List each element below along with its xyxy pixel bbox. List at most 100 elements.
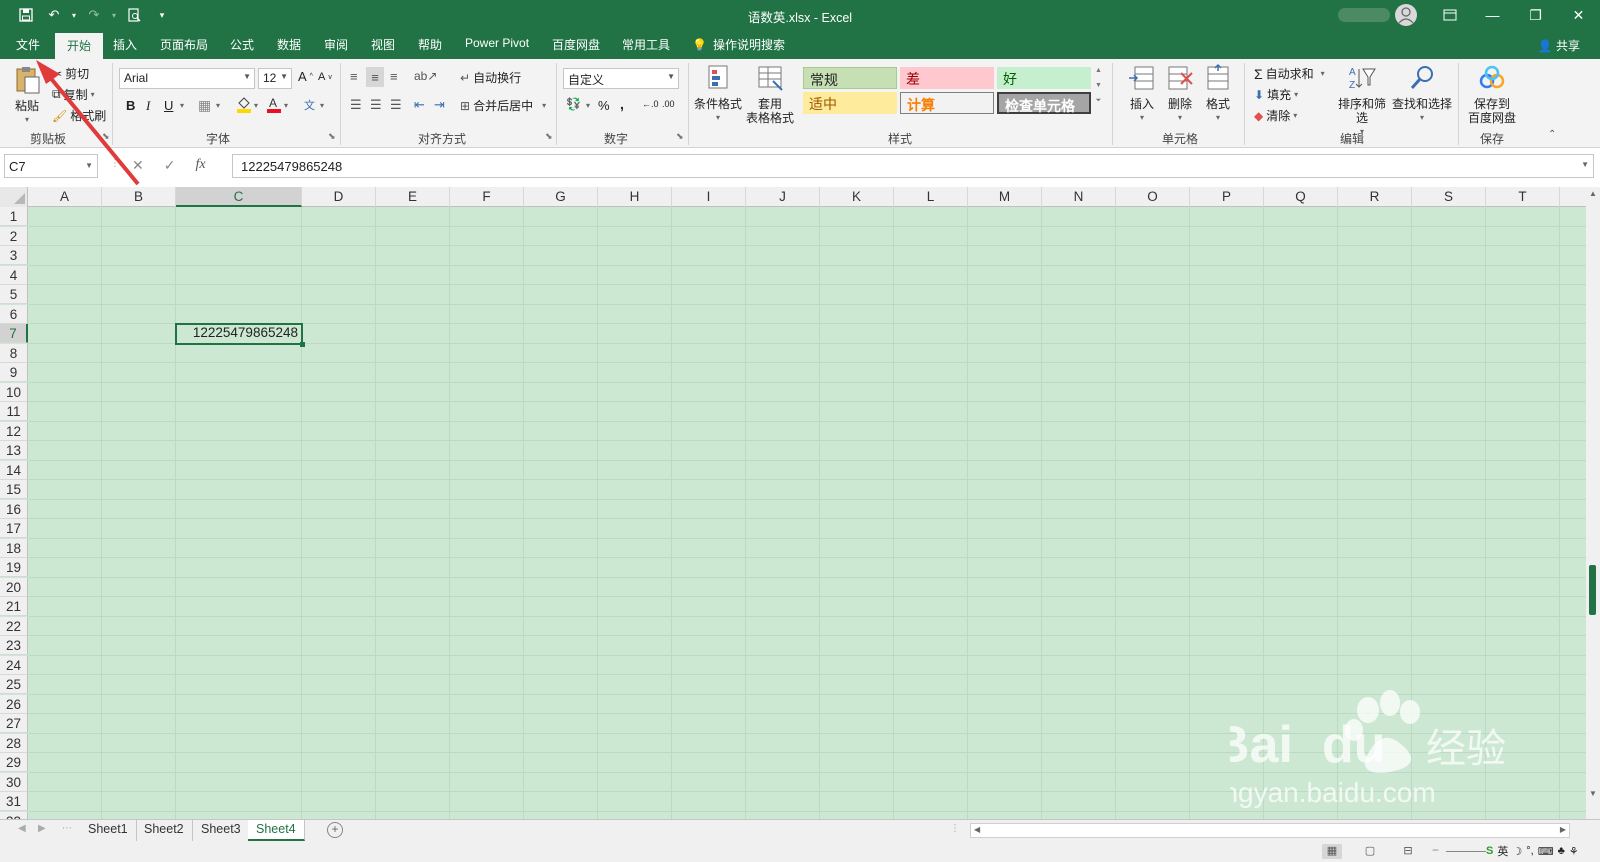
row-header[interactable]: 28 [0, 733, 28, 753]
conditional-formatting-button[interactable]: 条件格式 ▾ [694, 63, 742, 125]
row-header[interactable]: 10 [0, 382, 28, 402]
increase-indent-icon[interactable]: ⇥ [434, 97, 445, 113]
ime-icon[interactable]: 英 [1497, 843, 1508, 859]
save-to-baidu-button[interactable]: 保存到 百度网盘 [1464, 63, 1520, 125]
scroll-down-icon[interactable]: ▼ [1589, 789, 1597, 798]
sogou-icon[interactable]: S [1486, 845, 1493, 857]
column-header[interactable]: D [302, 187, 376, 207]
vertical-scrollbar[interactable]: ▲ ▼ [1586, 187, 1600, 819]
column-header[interactable]: L [894, 187, 968, 207]
row-header[interactable]: 7 [0, 324, 28, 343]
row-header[interactable]: 29 [0, 753, 28, 772]
wrap-text-button[interactable]: ↵ 自动换行 [460, 69, 521, 86]
insert-function-icon[interactable]: fx [195, 157, 205, 174]
format-as-table-button[interactable]: 套用 表格格式 [744, 63, 796, 125]
row-header[interactable]: 21 [0, 597, 28, 616]
grow-font-icon[interactable]: A ^ [298, 69, 313, 84]
underline-icon[interactable]: U [164, 98, 173, 113]
chevron-down-icon[interactable]: ▾ [180, 101, 184, 110]
fill-handle[interactable] [300, 341, 305, 347]
row-header[interactable]: 5 [0, 285, 28, 304]
tab-baidu-netdisk[interactable]: 百度网盘 [552, 36, 600, 53]
cut-button[interactable]: ✂ 剪切 [52, 65, 89, 82]
column-header[interactable]: I [672, 187, 746, 207]
fill-color-icon[interactable] [236, 95, 252, 113]
tab-common-tools[interactable]: 常用工具 [622, 36, 670, 53]
row-header[interactable]: 15 [0, 480, 28, 499]
bold-icon[interactable]: B [126, 98, 135, 113]
row-header[interactable]: 30 [0, 772, 28, 792]
border-icon[interactable]: ▦ [198, 97, 211, 114]
active-cell[interactable]: 12225479865248 [175, 323, 305, 347]
align-left-icon[interactable]: ☰ [350, 97, 362, 113]
restore-icon[interactable]: ❐ [1514, 0, 1557, 30]
row-header[interactable]: 14 [0, 460, 28, 480]
column-header[interactable]: T [1486, 187, 1560, 207]
tab-home[interactable]: 开始 [55, 33, 104, 59]
row-header[interactable]: 17 [0, 519, 28, 538]
row-header[interactable]: 31 [0, 792, 28, 811]
tab-power-pivot[interactable]: Power Pivot [465, 36, 529, 50]
add-sheet-button[interactable]: + [327, 822, 343, 838]
column-header[interactable]: B [102, 187, 176, 207]
increase-decimal-icon[interactable]: ←.0 [642, 99, 659, 109]
select-all-corner[interactable] [0, 187, 28, 207]
copy-button[interactable]: ⧉ 复制 ▾ [52, 86, 95, 103]
punct-icon[interactable]: °, [1526, 845, 1533, 857]
autosum-button[interactable]: Σ 自动求和 ▾ [1254, 65, 1325, 82]
column-header[interactable]: H [598, 187, 672, 207]
dialog-launcher-icon[interactable]: ⬊ [102, 131, 110, 142]
style-check-cell[interactable]: 检查单元格 [997, 92, 1091, 114]
row-header[interactable]: 9 [0, 363, 28, 382]
row-header[interactable]: 1 [0, 207, 28, 226]
decrease-decimal-icon[interactable]: .00 [662, 99, 675, 109]
formula-input[interactable]: 12225479865248 ▼ [232, 154, 1594, 178]
orientation-icon[interactable]: ab↗ [414, 69, 437, 83]
row-header[interactable]: 6 [0, 304, 28, 324]
row-header[interactable]: 18 [0, 538, 28, 558]
style-normal[interactable]: 常规 [803, 67, 897, 89]
style-bad[interactable]: 差 [900, 67, 994, 89]
row-header[interactable]: 26 [0, 694, 28, 714]
phonetic-guide-icon[interactable]: 文 [304, 97, 315, 113]
tab-data[interactable]: 数据 [277, 36, 301, 53]
moon-icon[interactable]: ☽ [1512, 845, 1522, 858]
number-format-combo[interactable]: 自定义 ▼ [563, 68, 679, 89]
chevron-down-icon[interactable]: ▾ [586, 101, 590, 110]
style-good[interactable]: 好 [997, 67, 1091, 89]
tab-file[interactable]: 文件 [16, 36, 40, 53]
sheet-tab[interactable]: Sheet3 [193, 820, 250, 841]
tab-help[interactable]: 帮助 [418, 36, 442, 53]
chevron-down-icon[interactable]: ▾ [216, 101, 220, 110]
format-cells-button[interactable]: 格式 ▾ [1200, 63, 1236, 125]
account-area[interactable] [1338, 3, 1428, 27]
column-header[interactable]: C [176, 187, 302, 207]
tab-insert[interactable]: 插入 [113, 36, 137, 53]
avatar[interactable] [1395, 4, 1417, 26]
prev-sheet-icon[interactable]: ◀ [18, 823, 26, 834]
scroll-left-icon[interactable]: ◀ [974, 825, 980, 834]
dialog-launcher-icon[interactable]: ⬊ [545, 131, 553, 142]
tab-review[interactable]: 审阅 [324, 36, 348, 53]
tell-me-search[interactable]: 💡 操作说明搜索 [692, 36, 785, 53]
row-header[interactable]: 19 [0, 558, 28, 577]
column-header[interactable]: P [1190, 187, 1264, 207]
insert-cells-button[interactable]: 插入 ▾ [1124, 63, 1160, 125]
row-header[interactable]: 12 [0, 421, 28, 441]
ribbon-display-icon[interactable] [1428, 0, 1471, 30]
row-header[interactable]: 3 [0, 246, 28, 265]
minimize-icon[interactable]: — [1471, 0, 1514, 30]
tools-icon[interactable]: ♣ [1558, 845, 1565, 857]
row-header[interactable]: 8 [0, 343, 28, 363]
row-header[interactable]: 24 [0, 655, 28, 675]
row-header[interactable]: 25 [0, 675, 28, 694]
splitter-icon[interactable]: ⋮ [950, 823, 960, 834]
column-header[interactable]: A [28, 187, 102, 207]
horizontal-scrollbar[interactable]: ◀ ▶ [970, 823, 1570, 838]
find-select-button[interactable]: 查找和选择 ▾ [1392, 63, 1452, 125]
more-icon[interactable]: ⋮ [110, 158, 120, 169]
clear-button[interactable]: ◆ 清除 ▾ [1254, 107, 1297, 124]
row-header[interactable]: 4 [0, 265, 28, 285]
align-bottom-icon[interactable]: ≡ [390, 69, 398, 84]
column-header[interactable]: R [1338, 187, 1412, 207]
